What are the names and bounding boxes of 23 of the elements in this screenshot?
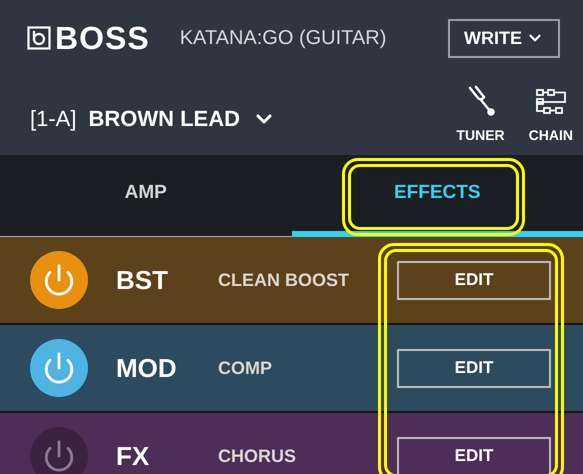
power-toggle[interactable] (30, 427, 88, 474)
edit-button[interactable]: EDIT (397, 348, 551, 388)
chain-button[interactable]: CHAIN (528, 87, 573, 146)
effect-type: CHORUS (218, 444, 298, 468)
power-icon (42, 263, 76, 297)
device-name: KATANA:GO (GUITAR) (180, 26, 386, 51)
power-icon (42, 351, 76, 385)
preset-selector[interactable]: [1-A] BROWN LEAD (30, 102, 276, 135)
edit-button[interactable]: EDIT (397, 436, 551, 474)
edit-button[interactable]: EDIT (397, 260, 551, 300)
effect-slot: MOD (116, 348, 218, 388)
tuning-fork-icon (466, 85, 496, 117)
power-icon (42, 439, 76, 473)
effect-slot: FX (116, 436, 218, 474)
chain-icon (534, 87, 568, 117)
effect-type: COMP (218, 356, 273, 380)
write-button[interactable]: WRITE (448, 18, 560, 58)
tab[interactable]: AMP (0, 155, 292, 237)
effect-slot: BST (116, 260, 218, 300)
boss-logo-icon (27, 26, 51, 50)
effect-type: CLEAN BOOST (218, 268, 350, 292)
brand-logo: BOSS (55, 22, 150, 54)
tuner-button[interactable]: TUNER (456, 85, 505, 146)
